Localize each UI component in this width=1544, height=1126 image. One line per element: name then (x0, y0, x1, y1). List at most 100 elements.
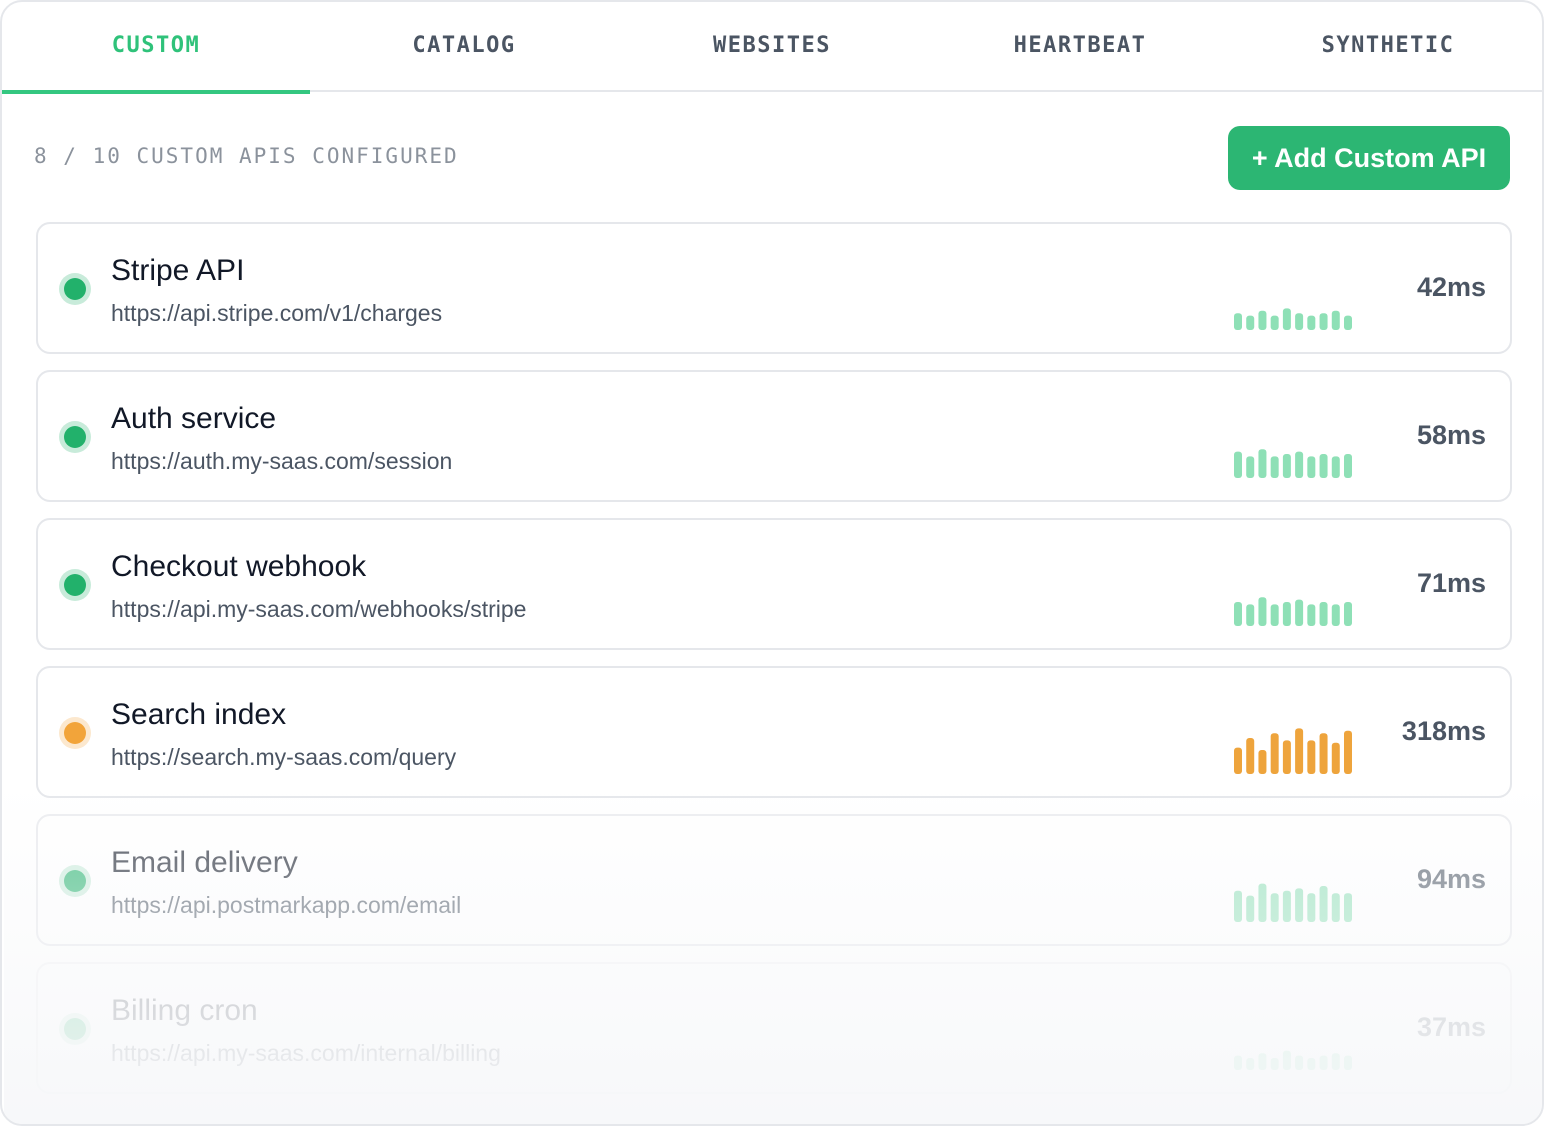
sparkline-bar (1344, 454, 1352, 478)
api-row-email-delivery[interactable]: Email delivery https://api.postmarkapp.c… (36, 814, 1512, 946)
sparkline-bar (1295, 599, 1304, 626)
sparkline-bar (1258, 883, 1267, 922)
api-row-search-index[interactable]: Search index https://search.my-saas.com/… (36, 666, 1512, 798)
sparkline-bar (1258, 1053, 1267, 1070)
api-url: https://api.stripe.com/v1/charges (111, 300, 443, 326)
sparkline-bar (1295, 313, 1304, 330)
api-row-auth-service[interactable]: Auth service https://auth.my-saas.com/se… (36, 370, 1512, 502)
tab-catalog[interactable]: CATALOG (310, 2, 618, 92)
sparkline-bar (1344, 315, 1352, 330)
add-custom-api-button[interactable]: + Add Custom API (1228, 126, 1510, 190)
sparkline-bar (1307, 456, 1316, 478)
sparkline-bar (1331, 1053, 1340, 1070)
sparkline-bar (1295, 1055, 1304, 1070)
api-name: Billing cron (111, 994, 258, 1027)
sparkline-bar (1295, 728, 1304, 774)
sparkline-bar (1258, 449, 1267, 478)
sparkline-bar (1282, 890, 1291, 922)
api-url: https://api.my-saas.com/webhooks/stripe (111, 596, 527, 622)
sparkline-bar (1246, 738, 1255, 774)
latency-value: 37ms (1416, 1012, 1486, 1042)
sparkline-bar (1344, 1055, 1352, 1070)
sparkline-bar (1282, 602, 1291, 626)
sparkline-bar (1319, 886, 1328, 922)
api-name: Checkout webhook (111, 550, 367, 583)
latency-sparkline (1234, 883, 1352, 922)
sparkline-bar (1307, 1058, 1316, 1070)
sparkline-bar (1331, 310, 1340, 330)
latency-sparkline (1234, 308, 1352, 330)
latency-value: 42ms (1416, 272, 1486, 302)
api-url: https://api.my-saas.com/internal/billing (111, 1040, 501, 1066)
status-indicator-icon (59, 273, 91, 305)
latency-value: 318ms (1401, 716, 1486, 746)
toolbar: 8 / 10 CUSTOM APIS CONFIGURED + Add Cust… (2, 94, 1542, 222)
sparkline-bar (1319, 454, 1328, 478)
sparkline-bar (1270, 1058, 1279, 1070)
latency-sparkline (1234, 728, 1352, 774)
sparkline-bar (1270, 733, 1279, 774)
sparkline-bar (1295, 888, 1304, 922)
sparkline-bar (1282, 740, 1291, 774)
sparkline-bar (1282, 308, 1291, 330)
tab-custom[interactable]: CUSTOM (2, 2, 310, 94)
sparkline-bar (1246, 456, 1255, 478)
api-row-checkout-webhook[interactable]: Checkout webhook https://api.my-saas.com… (36, 518, 1512, 650)
sparkline-bar (1258, 750, 1267, 774)
status-indicator-icon (59, 421, 91, 453)
status-indicator-icon (59, 1013, 91, 1045)
configured-count-label: 8 / 10 CUSTOM APIS CONFIGURED (34, 144, 459, 168)
sparkline-bar (1246, 315, 1255, 330)
sparkline-bar (1234, 313, 1242, 330)
sparkline-bar (1258, 597, 1267, 626)
sparkline-bar (1270, 456, 1279, 478)
sparkline-bar (1331, 604, 1340, 626)
sparkline-bar (1295, 451, 1304, 478)
sparkline-bar (1246, 1058, 1255, 1070)
latency-sparkline (1234, 1050, 1352, 1070)
tab-heartbeat[interactable]: HEARTBEAT (926, 2, 1234, 92)
sparkline-bar (1234, 1055, 1242, 1070)
api-url: https://auth.my-saas.com/session (111, 448, 453, 474)
sparkline-bar (1258, 310, 1267, 330)
status-indicator-icon (59, 569, 91, 601)
sparkline-bar (1246, 895, 1255, 922)
sparkline-bar (1344, 893, 1352, 922)
latency-sparkline (1234, 597, 1352, 626)
tab-bar: CUSTOM CATALOG WEBSITES HEARTBEAT SYNTHE… (2, 2, 1542, 94)
tab-synthetic[interactable]: SYNTHETIC (1234, 2, 1542, 92)
api-row-stripe[interactable]: Stripe API https://api.stripe.com/v1/cha… (36, 222, 1512, 354)
sparkline-bar (1270, 604, 1279, 626)
tab-websites[interactable]: WEBSITES (618, 2, 926, 92)
api-name: Auth service (111, 402, 277, 435)
sparkline-bar (1282, 454, 1291, 478)
sparkline-bar (1319, 602, 1328, 626)
api-row-billing-cron[interactable]: Billing cron https://api.my-saas.com/int… (36, 962, 1512, 1094)
sparkline-bar (1307, 740, 1316, 774)
sparkline-bar (1246, 604, 1255, 626)
sparkline-bar (1344, 602, 1352, 626)
custom-apis-panel: CUSTOM CATALOG WEBSITES HEARTBEAT SYNTHE… (0, 0, 1544, 1126)
sparkline-bar (1331, 456, 1340, 478)
sparkline-bar (1234, 747, 1242, 774)
sparkline-bar (1331, 893, 1340, 922)
sparkline-bar (1344, 730, 1352, 774)
latency-value: 71ms (1416, 568, 1486, 598)
latency-value: 94ms (1416, 864, 1486, 894)
sparkline-bar (1270, 893, 1279, 922)
sparkline-bar (1234, 890, 1242, 922)
sparkline-bar (1331, 742, 1340, 774)
status-indicator-icon (59, 717, 91, 749)
sparkline-bar (1282, 1050, 1291, 1070)
api-url: https://search.my-saas.com/query (111, 744, 457, 770)
sparkline-bar (1307, 893, 1316, 922)
sparkline-bar (1307, 315, 1316, 330)
latency-value: 58ms (1416, 420, 1486, 450)
sparkline-bar (1319, 733, 1328, 774)
sparkline-bar (1319, 313, 1328, 330)
status-indicator-icon (59, 865, 91, 897)
api-url: https://api.postmarkapp.com/email (111, 892, 462, 918)
api-name: Email delivery (111, 846, 298, 879)
api-name: Search index (111, 698, 287, 731)
sparkline-bar (1307, 604, 1316, 626)
